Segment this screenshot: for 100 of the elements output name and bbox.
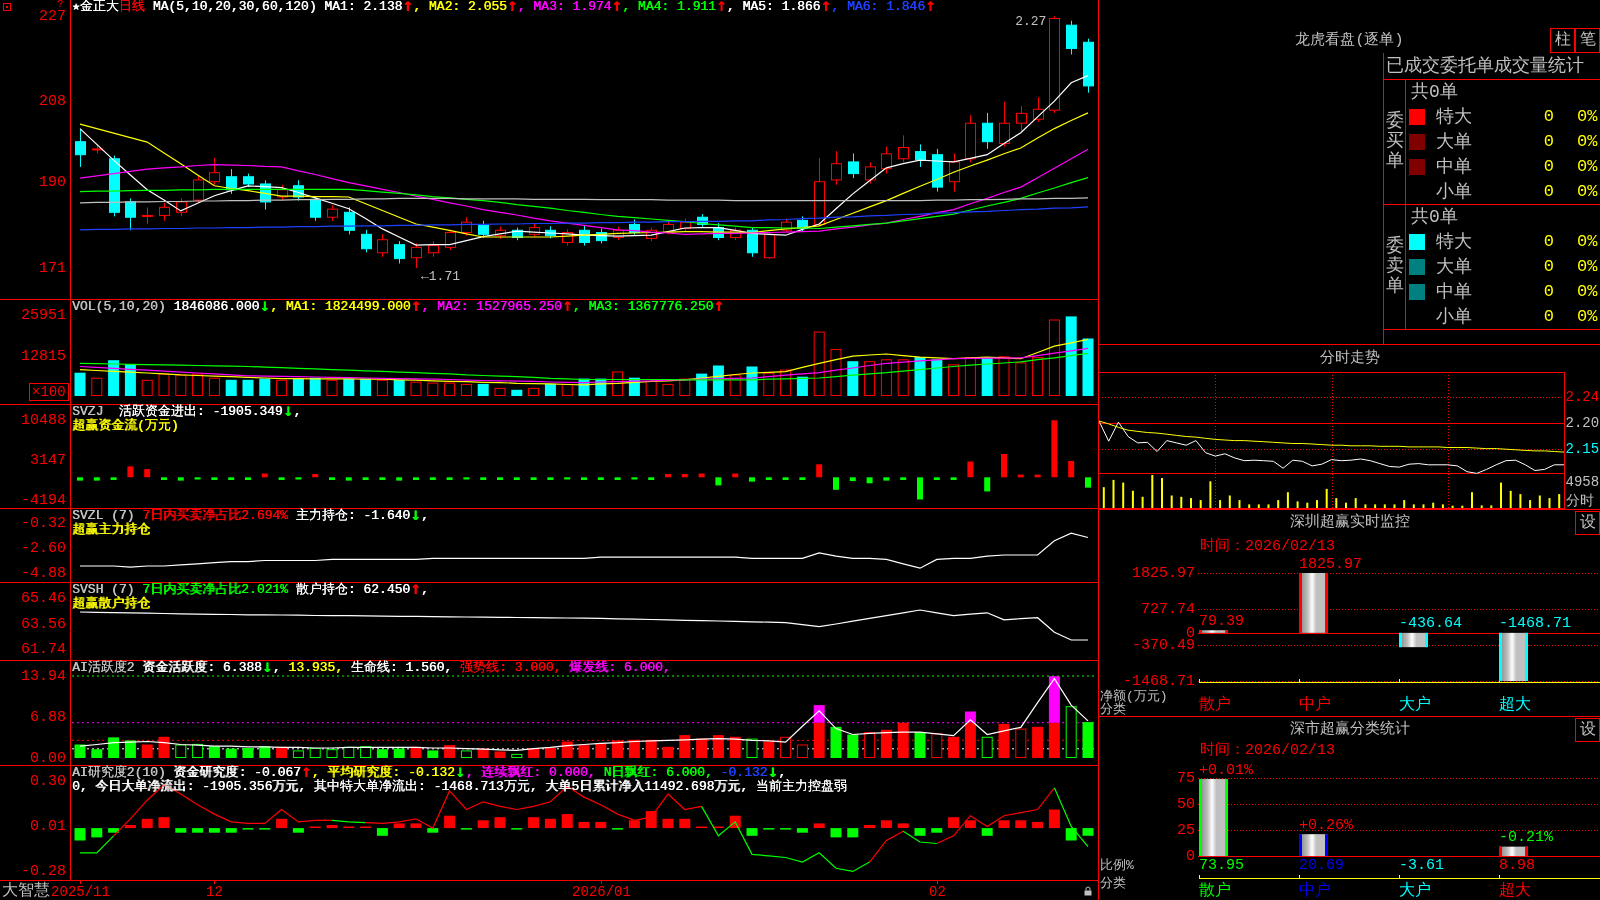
section-label: 委卖单: [1385, 237, 1404, 297]
value-label: 1825.97: [1299, 558, 1362, 573]
help-mark: ?: [57, 0, 64, 10]
axis-title: 比例%: [1100, 857, 1134, 873]
category-label: 超大: [1499, 696, 1531, 714]
arrow-icon: ↓: [261, 661, 273, 675]
count-value: 0: [1542, 156, 1554, 177]
legend-text: 爆发线: 6.000,: [569, 661, 671, 675]
category-label: 散户: [1199, 696, 1231, 714]
axis-label: 0.00: [30, 749, 66, 766]
count-value: 0: [1542, 181, 1554, 202]
category-label: 大户: [1399, 882, 1431, 900]
legend-text: 13.935,: [288, 661, 344, 675]
section-label: 委买单: [1385, 112, 1404, 172]
row-label: 中单: [1436, 156, 1473, 177]
arrow-icon: ↓: [410, 509, 421, 523]
arrow-icon: ↑: [506, 0, 518, 14]
price-annotation: 2.27: [1015, 13, 1047, 29]
axis-title: 分类: [1100, 701, 1126, 716]
category-label: 大户: [1399, 696, 1431, 714]
percent-value: 0%: [1577, 257, 1598, 277]
date-label: 02: [929, 884, 946, 900]
order-total: 共0单: [1411, 82, 1458, 103]
axis-label: 65.46: [21, 589, 66, 607]
axis-label: 10488: [21, 411, 66, 429]
axis-label: 63.56: [21, 616, 66, 633]
arrow-icon: ↑: [410, 300, 422, 314]
axis-label: -2.60: [21, 539, 66, 557]
row-label: 特大: [1436, 232, 1473, 253]
value-label: 20.69: [1299, 856, 1344, 874]
table-title: 已成交委托单成交量统计: [1384, 53, 1600, 80]
legend-text: VOL(5,10,20): [72, 300, 166, 314]
axis-label: 227: [39, 7, 66, 25]
row-label: 中单: [1436, 281, 1473, 302]
legend-text: 活跃资金进出: -1905.349: [118, 405, 283, 419]
percent-value: 0%: [1577, 132, 1598, 152]
category-label: 散户: [1199, 882, 1231, 900]
percent-value: 0%: [1577, 107, 1598, 128]
row-label: 小单: [1436, 181, 1473, 202]
axis-label: 75: [1177, 770, 1195, 787]
row-label: 小单: [1436, 306, 1473, 327]
legend-text: AI研究度2(10): [72, 766, 166, 780]
axis-label: 25: [1177, 822, 1195, 839]
legend-text: 日线: [118, 0, 145, 14]
legend-text: , MA2: 2.055: [413, 0, 507, 14]
legend-text: 主力持仓: -1.640: [294, 509, 411, 523]
axis-label: 0.30: [30, 773, 66, 791]
value-label: -3.61: [1399, 856, 1444, 874]
legend-text: , MA3: 1367776.250: [572, 300, 714, 314]
arrow-icon: ↑: [300, 766, 312, 780]
axis-title: 分类: [1100, 875, 1126, 891]
legend-text: , 连续飘红: 0.000,: [465, 766, 596, 780]
panel-title: 龙虎看盘(逐单): [1295, 31, 1404, 50]
legend-text: ,: [420, 509, 429, 523]
legend-text: , MA5: 1.866: [726, 0, 821, 14]
legend-text: ,: [778, 766, 787, 780]
value-label: 79.39: [1199, 612, 1244, 630]
axis-label: -4194: [21, 491, 66, 509]
axis-label: 2.20: [1565, 415, 1600, 432]
axis-label: 0: [1186, 848, 1195, 865]
legend-text: 7日内买卖净占比2.021%: [142, 583, 288, 597]
legend-text: ,: [272, 661, 282, 675]
date-label: 12: [206, 884, 223, 900]
brand-label: 大智慧: [2, 882, 50, 900]
legend-text: , 平均研究度: -0.132: [311, 766, 455, 780]
axis-label: 2.24: [1565, 389, 1600, 406]
scale-label: 4958: [1565, 474, 1600, 490]
axis-label: -0.32: [21, 514, 66, 532]
percent-value: 0%: [1577, 281, 1598, 302]
arrow-icon: ↑: [924, 0, 936, 14]
legend-text: 资金活跃度: 6.388: [141, 661, 262, 675]
legend-text: -0.132: [720, 766, 768, 780]
axis-label: 6.88: [30, 709, 66, 727]
legend-text: MA(5,10,20,30,60,120) MA1: 2.138: [151, 0, 403, 14]
row-label: 大单: [1436, 257, 1473, 277]
count-value: 0: [1542, 281, 1554, 302]
legend-text: SVZJ: [72, 405, 104, 419]
axis-label: 1825.97: [1132, 565, 1195, 582]
axis-label: 190: [39, 174, 66, 192]
arrow-icon: ↑: [713, 300, 725, 314]
arrow-icon: ↑: [715, 0, 727, 14]
timestamp: 时间：2026/02/13: [1200, 742, 1335, 760]
row-label: 特大: [1436, 107, 1473, 128]
value-label: 8.98: [1499, 856, 1535, 874]
unit-label: ×100: [29, 383, 69, 401]
axis-label: 13.94: [21, 667, 66, 685]
date-label: 2025/11: [51, 884, 110, 900]
legend-text: ,: [420, 583, 429, 597]
axis-label: -4.88: [21, 564, 66, 582]
legend-text: 超赢主力持仓: [72, 523, 150, 537]
axis-label: 2.15: [1565, 441, 1600, 458]
order-total: 共0单: [1411, 207, 1458, 228]
axis-label: 208: [39, 93, 66, 111]
axis-label: -0.28: [21, 862, 66, 880]
legend-text: , MA6: 1.846: [831, 0, 925, 14]
legend-text: SVSH (7): [72, 583, 135, 597]
panel-title: 分时走势: [1319, 349, 1380, 368]
legend-text: 7日内买卖净占比2.694%: [142, 509, 288, 523]
axis-label: 25951: [21, 306, 66, 324]
category-label: 中户: [1299, 696, 1331, 714]
